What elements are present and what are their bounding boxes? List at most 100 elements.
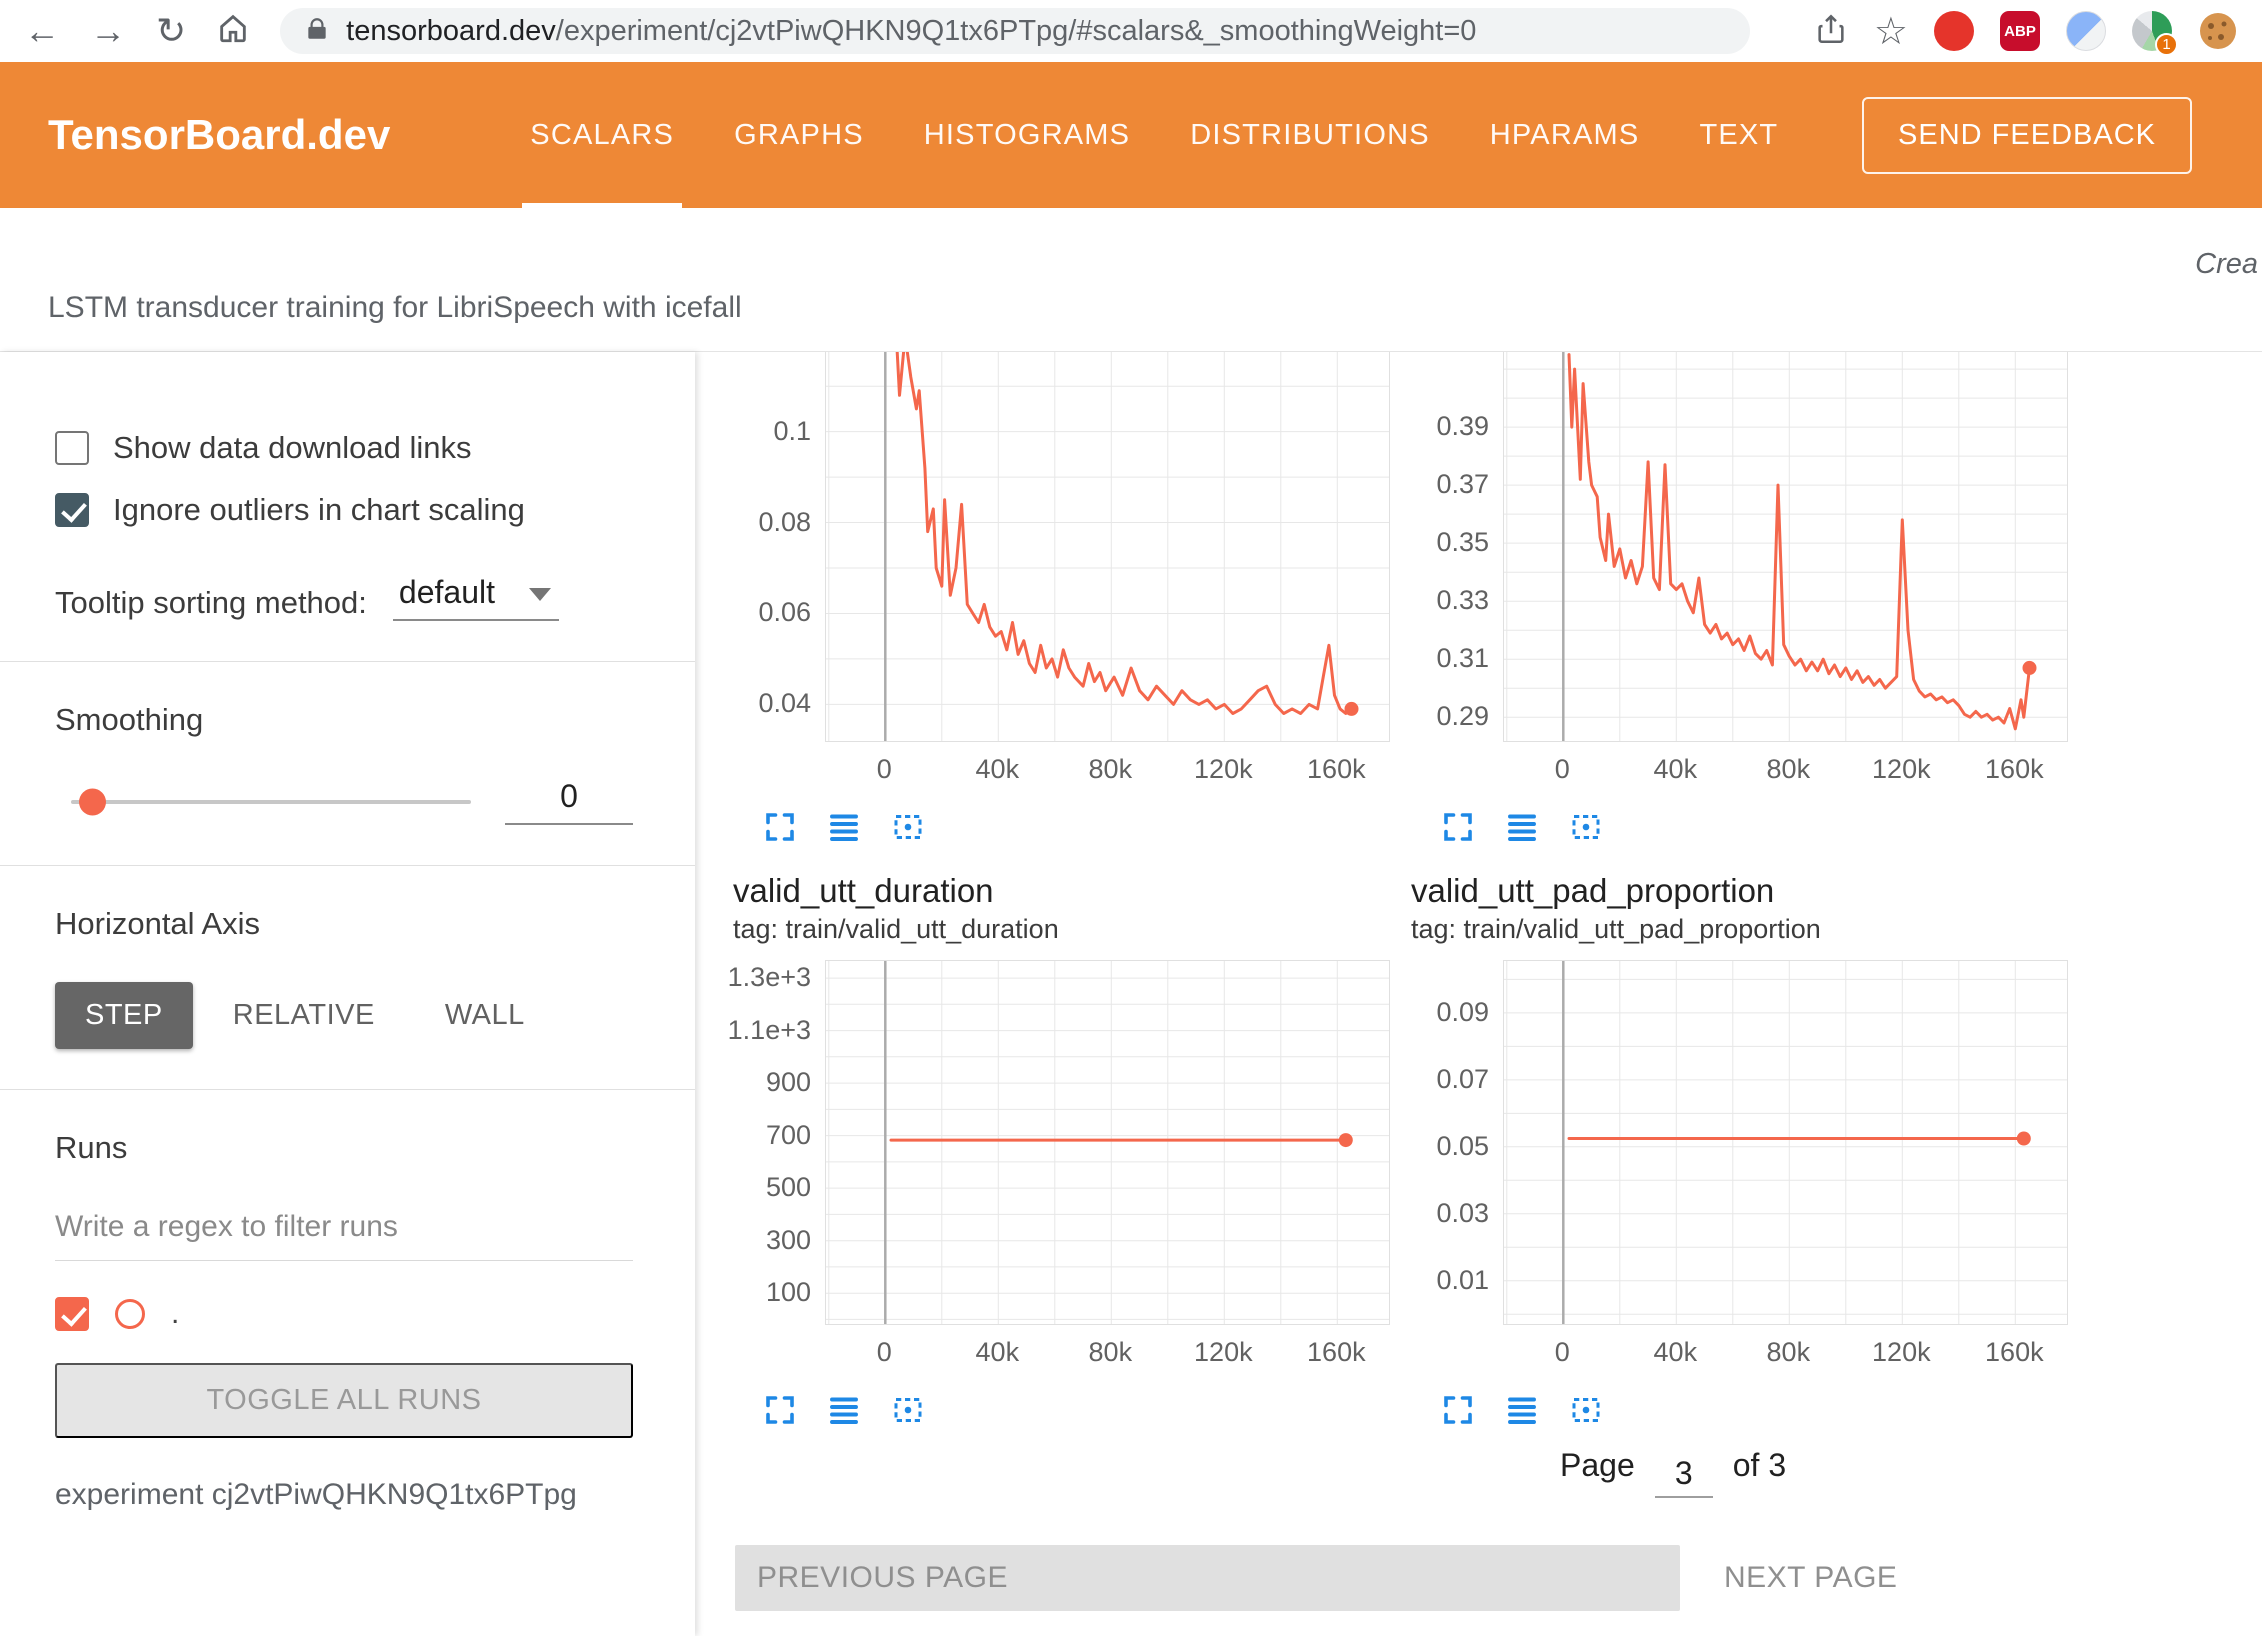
- browser-actions: ☆ ABP 1: [1814, 9, 2238, 54]
- axis-tick-label: 80k: [1743, 1337, 1833, 1368]
- axis-tick-label: 80k: [1065, 754, 1155, 785]
- smoothing-slider[interactable]: [71, 800, 471, 804]
- chart-card-actions: [725, 808, 1405, 846]
- axis-tick-label: 300: [725, 1224, 811, 1256]
- tab-histograms[interactable]: HISTOGRAMS: [894, 62, 1160, 208]
- axis-tick-label: 900: [725, 1066, 811, 1098]
- axis-tick-label: 0.03: [1403, 1197, 1489, 1229]
- axis-tick-label: 0.04: [725, 687, 811, 719]
- fit-domain-icon[interactable]: [889, 808, 927, 846]
- url-text: tensorboard.dev/experiment/cj2vtPiwQHKN9…: [346, 15, 1476, 48]
- expand-card-icon[interactable]: [1439, 808, 1477, 846]
- cookie-icon[interactable]: [2198, 11, 2238, 51]
- tab-distributions[interactable]: DISTRIBUTIONS: [1160, 62, 1460, 208]
- tab-graphs[interactable]: GRAPHS: [704, 62, 894, 208]
- expand-card-icon[interactable]: [1439, 1391, 1477, 1429]
- app-logo[interactable]: TensorBoard.dev: [48, 111, 390, 159]
- chart-plot-area: 0.10.080.060.04040k80k120k160k: [725, 352, 1405, 802]
- line-chart[interactable]: [1503, 352, 2068, 742]
- smoothing-label: Smoothing: [55, 702, 633, 738]
- line-chart[interactable]: [1503, 960, 2068, 1325]
- axis-tick-label: 160k: [1291, 754, 1381, 785]
- forward-icon[interactable]: →: [90, 13, 126, 49]
- data-table-icon[interactable]: [1503, 1391, 1541, 1429]
- run-name: .: [171, 1297, 179, 1331]
- show-download-links-label: Show data download links: [113, 430, 471, 466]
- experiment-id: experiment cj2vtPiwQHKN9Q1tx6PTpg: [55, 1478, 633, 1512]
- smoothing-value[interactable]: 0: [505, 778, 633, 825]
- divider: [0, 661, 695, 662]
- share-icon[interactable]: [1814, 12, 1848, 51]
- show-download-links-checkbox[interactable]: [55, 431, 89, 465]
- bookmark-star-icon[interactable]: ☆: [1874, 9, 1908, 54]
- chart-plot-area: 0.090.070.050.030.01040k80k120k160k: [1403, 960, 2083, 1385]
- axis-wall-button[interactable]: WALL: [415, 982, 555, 1049]
- axis-tick-label: 80k: [1065, 1337, 1155, 1368]
- page-count-label: of 3: [1733, 1447, 1786, 1484]
- line-chart[interactable]: [825, 960, 1390, 1325]
- axis-tick-label: 700: [725, 1119, 811, 1151]
- charts-main-area: 0.10.080.060.04040k80k120k160k 0.390.370…: [695, 352, 2262, 1636]
- back-icon[interactable]: ←: [24, 13, 60, 49]
- chart-tag: tag: train/valid_utt_duration: [725, 912, 1405, 946]
- expand-card-icon[interactable]: [761, 1391, 799, 1429]
- ignore-outliers-checkbox[interactable]: [55, 493, 89, 527]
- axis-tick-label: 120k: [1178, 754, 1268, 785]
- tab-scalars[interactable]: SCALARS: [500, 62, 704, 208]
- axis-relative-button[interactable]: RELATIVE: [203, 982, 405, 1049]
- line-chart[interactable]: [825, 352, 1390, 742]
- adblock-extension-icon[interactable]: [1934, 11, 1974, 51]
- axis-tick-label: 0.1: [725, 415, 811, 447]
- ignore-outliers-label: Ignore outliers in chart scaling: [113, 492, 525, 528]
- axis-tick-label: 0.08: [725, 506, 811, 538]
- axis-tick-label: 0: [839, 1337, 929, 1368]
- next-page-button[interactable]: NEXT PAGE: [1724, 1561, 1897, 1595]
- slider-handle[interactable]: [79, 788, 106, 815]
- data-table-icon[interactable]: [1503, 808, 1541, 846]
- abp-extension-icon[interactable]: ABP: [2000, 11, 2040, 51]
- run-checkbox[interactable]: [55, 1297, 89, 1331]
- axis-step-button[interactable]: STEP: [55, 982, 193, 1049]
- axis-tick-label: 80k: [1743, 754, 1833, 785]
- pagination: Page of 3: [1560, 1447, 1786, 1490]
- chart-card-actions: [1403, 808, 2083, 846]
- tooltip-sorting-label: Tooltip sorting method:: [55, 585, 367, 621]
- url-domain: tensorboard.dev: [346, 15, 556, 47]
- fit-domain-icon[interactable]: [1567, 1391, 1605, 1429]
- runs-filter-input[interactable]: [55, 1206, 633, 1261]
- axis-tick-label: 0.29: [1403, 700, 1489, 732]
- fit-domain-icon[interactable]: [889, 1391, 927, 1429]
- profile-extension-icon[interactable]: 1: [2132, 11, 2172, 51]
- expand-card-icon[interactable]: [761, 808, 799, 846]
- axis-tick-label: 100: [725, 1276, 811, 1308]
- fit-domain-icon[interactable]: [1567, 808, 1605, 846]
- page-number-input[interactable]: [1655, 1455, 1713, 1498]
- data-table-icon[interactable]: [825, 1391, 863, 1429]
- axis-tick-label: 160k: [1969, 1337, 2059, 1368]
- runs-label: Runs: [55, 1130, 633, 1166]
- axis-tick-label: 1.1e+3: [725, 1014, 811, 1046]
- home-icon[interactable]: [216, 11, 250, 51]
- data-table-icon[interactable]: [825, 808, 863, 846]
- toggle-all-runs-button[interactable]: TOGGLE ALL RUNS: [55, 1363, 633, 1438]
- tab-hparams[interactable]: HPARAMS: [1460, 62, 1670, 208]
- tab-text[interactable]: TEXT: [1669, 62, 1808, 208]
- axis-tick-label: 0.07: [1403, 1063, 1489, 1095]
- page-label: Page: [1560, 1447, 1635, 1484]
- axis-tick-label: 0.37: [1403, 468, 1489, 500]
- previous-page-button[interactable]: PREVIOUS PAGE: [735, 1545, 1680, 1611]
- run-row: .: [55, 1297, 633, 1331]
- axis-tick-label: 120k: [1856, 1337, 1946, 1368]
- reload-icon[interactable]: ↻: [156, 13, 186, 49]
- smoothing-slider-row: 0: [55, 778, 633, 825]
- horizontal-axis-buttons: STEP RELATIVE WALL: [55, 982, 633, 1049]
- axis-tick-label: 40k: [1630, 1337, 1720, 1368]
- send-feedback-button[interactable]: SEND FEEDBACK: [1862, 97, 2192, 174]
- extension-icon[interactable]: [2066, 11, 2106, 51]
- tooltip-sorting-select[interactable]: default: [393, 574, 559, 621]
- axis-tick-label: 0.01: [1403, 1264, 1489, 1296]
- chart-card: valid_utt_pad_proportion tag: train/vali…: [1403, 872, 2083, 1429]
- axis-tick-label: 1.3e+3: [725, 961, 811, 993]
- address-bar[interactable]: tensorboard.dev/experiment/cj2vtPiwQHKN9…: [280, 8, 1750, 54]
- axis-tick-label: 0: [1517, 754, 1607, 785]
